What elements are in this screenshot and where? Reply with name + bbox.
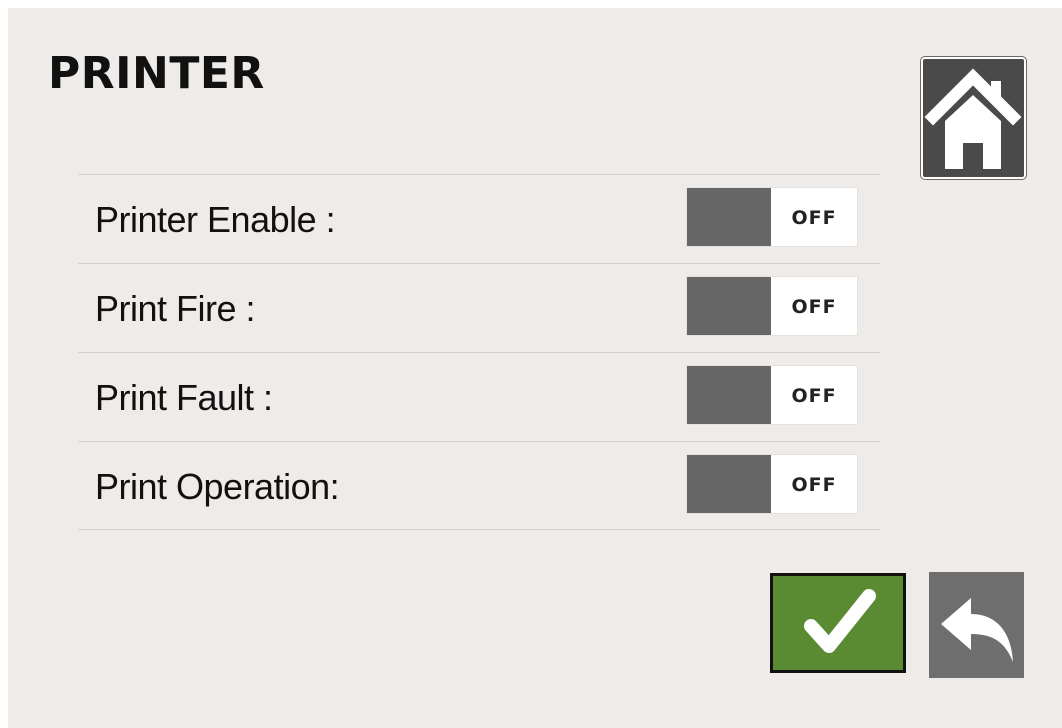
setting-label: Print Operation: (95, 466, 340, 507)
print-operation-toggle[interactable]: OFF (686, 454, 858, 514)
toggle-knob (687, 188, 771, 246)
setting-row-print-fire: Print Fire : OFF (78, 263, 880, 352)
setting-label: Printer Enable : (95, 199, 336, 240)
print-fault-toggle[interactable]: OFF (686, 365, 858, 425)
toggle-state: OFF (791, 296, 837, 318)
printer-settings-panel: PRINTER Printer Enable : OFF Print Fire … (8, 8, 1062, 728)
print-fire-toggle[interactable]: OFF (686, 276, 858, 336)
back-button[interactable] (929, 572, 1024, 678)
toggle-knob (687, 455, 771, 513)
page-title: PRINTER (48, 48, 265, 99)
setting-row-print-fault: Print Fault : OFF (78, 352, 880, 441)
toggle-state: OFF (791, 385, 837, 407)
toggle-knob (687, 277, 771, 335)
setting-row-print-operation: Print Operation: OFF (78, 441, 880, 530)
toggle-knob (687, 366, 771, 424)
settings-list: Printer Enable : OFF Print Fire : OFF Pr… (78, 174, 880, 530)
home-icon (924, 68, 1022, 169)
setting-label: Print Fire : (95, 288, 256, 329)
setting-row-printer-enable: Printer Enable : OFF (78, 174, 880, 263)
home-button[interactable] (920, 56, 1027, 180)
checkmark-icon (804, 589, 876, 653)
confirm-button[interactable] (770, 573, 906, 673)
back-arrow-icon (941, 598, 1013, 662)
toggle-state: OFF (791, 207, 837, 229)
printer-enable-toggle[interactable]: OFF (686, 187, 858, 247)
toggle-state: OFF (791, 474, 837, 496)
setting-label: Print Fault : (95, 377, 273, 418)
